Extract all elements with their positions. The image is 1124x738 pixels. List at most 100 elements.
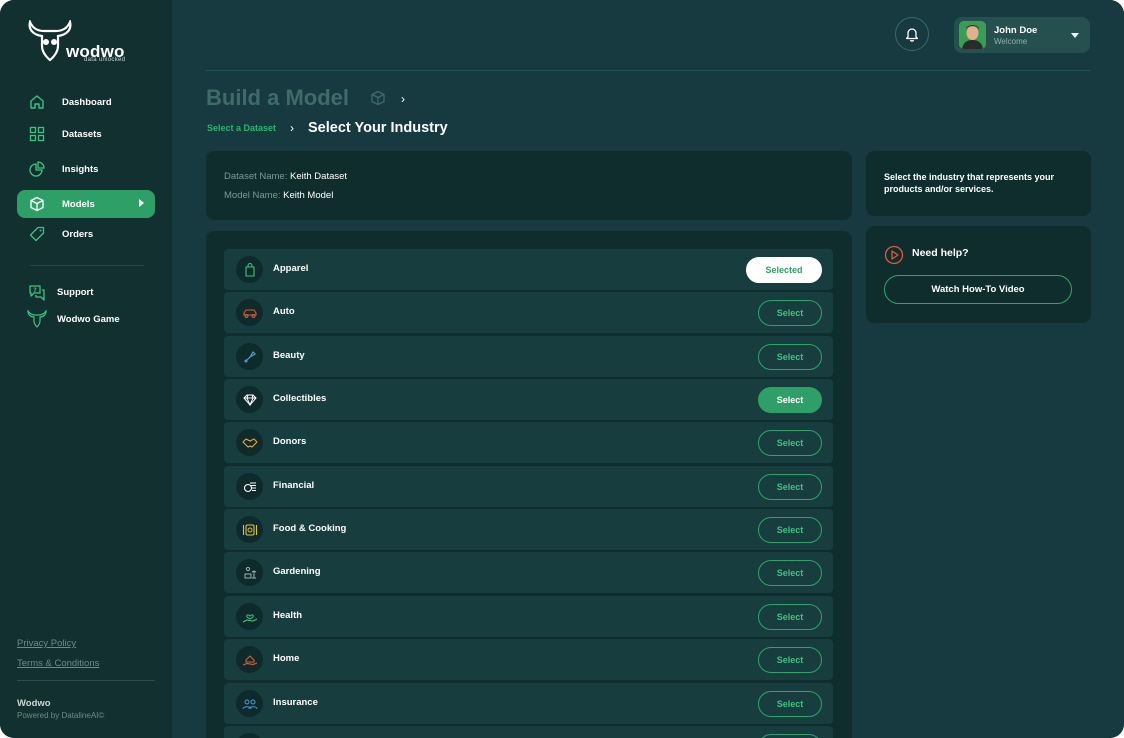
- home-hand-icon: [236, 646, 263, 673]
- coins-icon: [236, 473, 263, 500]
- sidebar-item-label: Dashboard: [62, 96, 112, 108]
- chevron-down-icon: [1071, 33, 1079, 38]
- sidebar-item-datasets[interactable]: Datasets: [17, 120, 155, 148]
- diamond-icon: [236, 386, 263, 413]
- avatar: [959, 21, 986, 49]
- bell-icon: [905, 28, 919, 42]
- industry-label: Collectibles: [273, 393, 327, 404]
- industry-label: Health: [273, 610, 303, 621]
- header-divider: [206, 70, 1090, 71]
- industry-row-apparel[interactable]: Apparel Selected: [224, 249, 833, 290]
- user-menu[interactable]: John Doe Welcome: [954, 17, 1090, 53]
- sidebar-item-label: Models: [62, 198, 95, 210]
- home-icon: [28, 93, 46, 111]
- breadcrumb-select-dataset[interactable]: Select a Dataset: [207, 123, 276, 133]
- sidebar-item-orders[interactable]: Orders: [17, 220, 155, 248]
- watch-video-button[interactable]: Watch How-To Video: [884, 275, 1072, 304]
- chevron-right-icon: [139, 199, 144, 207]
- industry-label: Home: [273, 653, 300, 664]
- select-button[interactable]: [758, 734, 822, 738]
- dataset-name-value: Keith Dataset: [290, 171, 348, 182]
- sidebar-item-models[interactable]: Models: [17, 190, 155, 218]
- industry-label: Auto: [273, 306, 295, 317]
- svg-text:?: ?: [33, 287, 37, 294]
- select-button[interactable]: Selected: [746, 257, 822, 283]
- industry-label: Donors: [273, 436, 307, 447]
- industry-row-food-cooking[interactable]: Food & Cooking Select: [224, 509, 833, 550]
- industry-row-insurance[interactable]: Insurance Select: [224, 683, 833, 724]
- model-name-line: Model Name: Keith Model: [224, 190, 333, 201]
- sidebar-item-label: Wodwo Game: [57, 313, 120, 325]
- company-name: Wodwo: [17, 698, 51, 709]
- instruction-card: Select the industry that represents your…: [866, 151, 1091, 216]
- industry-row-health[interactable]: Health Select: [224, 596, 833, 637]
- select-button[interactable]: Select: [758, 387, 822, 413]
- industry-row-auto[interactable]: Auto Select: [224, 292, 833, 333]
- powered-by: Powered by DatalineAI©: [17, 711, 105, 720]
- brand-logo[interactable]: wodwo data unlocked: [26, 20, 136, 68]
- plate-cutlery-icon: [236, 516, 263, 543]
- chat-help-icon: ?: [27, 282, 47, 302]
- industry-row-collectibles[interactable]: Collectibles Select: [224, 379, 833, 420]
- help-title: Need help?: [912, 247, 969, 259]
- help-card: Need help? Watch How-To Video: [866, 226, 1091, 323]
- sidebar-item-label: Insights: [62, 163, 99, 175]
- chevron-right-icon: ›: [401, 92, 405, 106]
- sidebar: wodwo data unlocked Dashboard Datasets I…: [0, 0, 172, 738]
- people-shield-icon: [236, 690, 263, 717]
- health-hand-icon: [236, 603, 263, 630]
- page-title: Build a Model: [206, 85, 349, 110]
- sidebar-item-insights[interactable]: Insights: [17, 155, 155, 183]
- sidebar-item-support[interactable]: ? Support: [27, 282, 93, 302]
- select-button[interactable]: Select: [758, 647, 822, 673]
- shopping-bag-icon: [236, 256, 263, 283]
- pie-chart-icon: [28, 160, 46, 178]
- sidebar-item-label: Datasets: [62, 128, 102, 140]
- select-button[interactable]: Select: [758, 430, 822, 456]
- industry-row-home[interactable]: Home Select: [224, 639, 833, 680]
- sidebar-item-label: Orders: [62, 228, 94, 240]
- terms-conditions-link[interactable]: Terms & Conditions: [17, 658, 99, 669]
- chevron-right-icon: ›: [290, 121, 294, 135]
- privacy-policy-link[interactable]: Privacy Policy: [17, 638, 76, 649]
- industry-label: Gardening: [273, 566, 321, 577]
- user-name: John Doe: [994, 25, 1038, 36]
- industry-label: Financial: [273, 480, 315, 491]
- industry-row-donors[interactable]: Donors Select: [224, 422, 833, 463]
- gardening-icon: [236, 559, 263, 586]
- tag-icon: [28, 225, 46, 243]
- select-button[interactable]: Select: [758, 300, 822, 326]
- select-button[interactable]: Select: [758, 691, 822, 717]
- select-button[interactable]: Select: [758, 604, 822, 630]
- footer-divider: [17, 680, 155, 681]
- brand-tagline: data unlocked: [84, 57, 126, 63]
- model-info-card: Dataset Name: Keith Dataset Model Name: …: [206, 151, 852, 220]
- industry-row-gardening[interactable]: Gardening Select: [224, 552, 833, 593]
- industry-row-beauty[interactable]: Beauty Select: [224, 336, 833, 377]
- industry-label: Beauty: [273, 350, 305, 361]
- app-window: wodwo data unlocked Dashboard Datasets I…: [0, 0, 1124, 738]
- sidebar-divider: [30, 265, 144, 266]
- dataset-name-label: Dataset Name:: [224, 171, 288, 182]
- select-button[interactable]: Select: [758, 344, 822, 370]
- select-button[interactable]: Select: [758, 474, 822, 500]
- sidebar-item-dashboard[interactable]: Dashboard: [17, 88, 155, 116]
- grid-icon: [28, 125, 46, 143]
- play-circle-icon: [884, 245, 904, 265]
- cube-icon: [371, 90, 385, 106]
- industry-row-financial[interactable]: Financial Select: [224, 466, 833, 507]
- select-button[interactable]: Select: [758, 560, 822, 586]
- sidebar-item-label: Support: [57, 286, 94, 298]
- model-name-label: Model Name:: [224, 190, 281, 201]
- beauty-icon: [236, 343, 263, 370]
- instruction-text: Select the industry that represents your…: [884, 172, 1055, 194]
- industry-label: Insurance: [273, 697, 318, 708]
- industry-row-partial[interactable]: [224, 726, 833, 738]
- select-button[interactable]: Select: [758, 517, 822, 543]
- main-content: John Doe Welcome Build a Model › Select …: [172, 0, 1124, 738]
- sidebar-item-wodwo-game[interactable]: Wodwo Game: [27, 309, 120, 329]
- industry-label: Food & Cooking: [273, 523, 347, 534]
- notifications-button[interactable]: [895, 17, 929, 51]
- handshake-icon: [236, 429, 263, 456]
- industry-list: Apparel Selected Auto Select Beauty Sele…: [206, 231, 852, 738]
